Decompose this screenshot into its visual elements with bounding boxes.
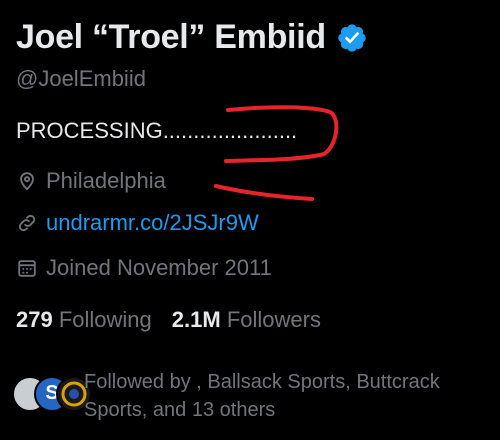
handle: @JoelEmbiid (16, 66, 146, 91)
website[interactable]: undrarmr.co/2JSJr9W (16, 210, 259, 236)
join-date-text: Joined November 2011 (46, 255, 272, 280)
followed-by-text: Followed by , Ballsack Sports, Buttcrack… (84, 371, 440, 421)
website-link[interactable]: undrarmr.co/2JSJr9W (46, 210, 259, 236)
link-icon (18, 214, 36, 232)
following-stat[interactable]: 279 Following (16, 307, 152, 333)
followers-label: Followers (226, 307, 321, 332)
followers-stat[interactable]: 2.1M Followers (172, 307, 321, 333)
profile-header: Joel “Troel” Embiid @JoelEmbiid PROCESSI… (0, 0, 500, 440)
follow-stats: 279 Following 2.1M Followers (16, 307, 341, 333)
followed-by[interactable]: S Followed by , Ballsack Sports, Buttcra… (12, 368, 492, 428)
location-pin-icon (20, 172, 34, 191)
followers-count: 2.1M (171, 307, 221, 332)
join-date: Joined November 2011 (16, 255, 272, 281)
following-count: 279 (16, 307, 53, 332)
calendar-icon (18, 260, 36, 277)
bio: PROCESSING...................... (16, 118, 298, 143)
location: Philadelphia (16, 168, 166, 194)
display-name: Joel “Troel” Embiid (16, 18, 326, 56)
name-row: Joel “Troel” Embiid (16, 18, 368, 57)
verified-badge-icon[interactable] (336, 22, 368, 54)
following-label: Following (58, 307, 152, 332)
location-text: Philadelphia (46, 168, 166, 193)
follower-avatars: S (12, 372, 92, 412)
